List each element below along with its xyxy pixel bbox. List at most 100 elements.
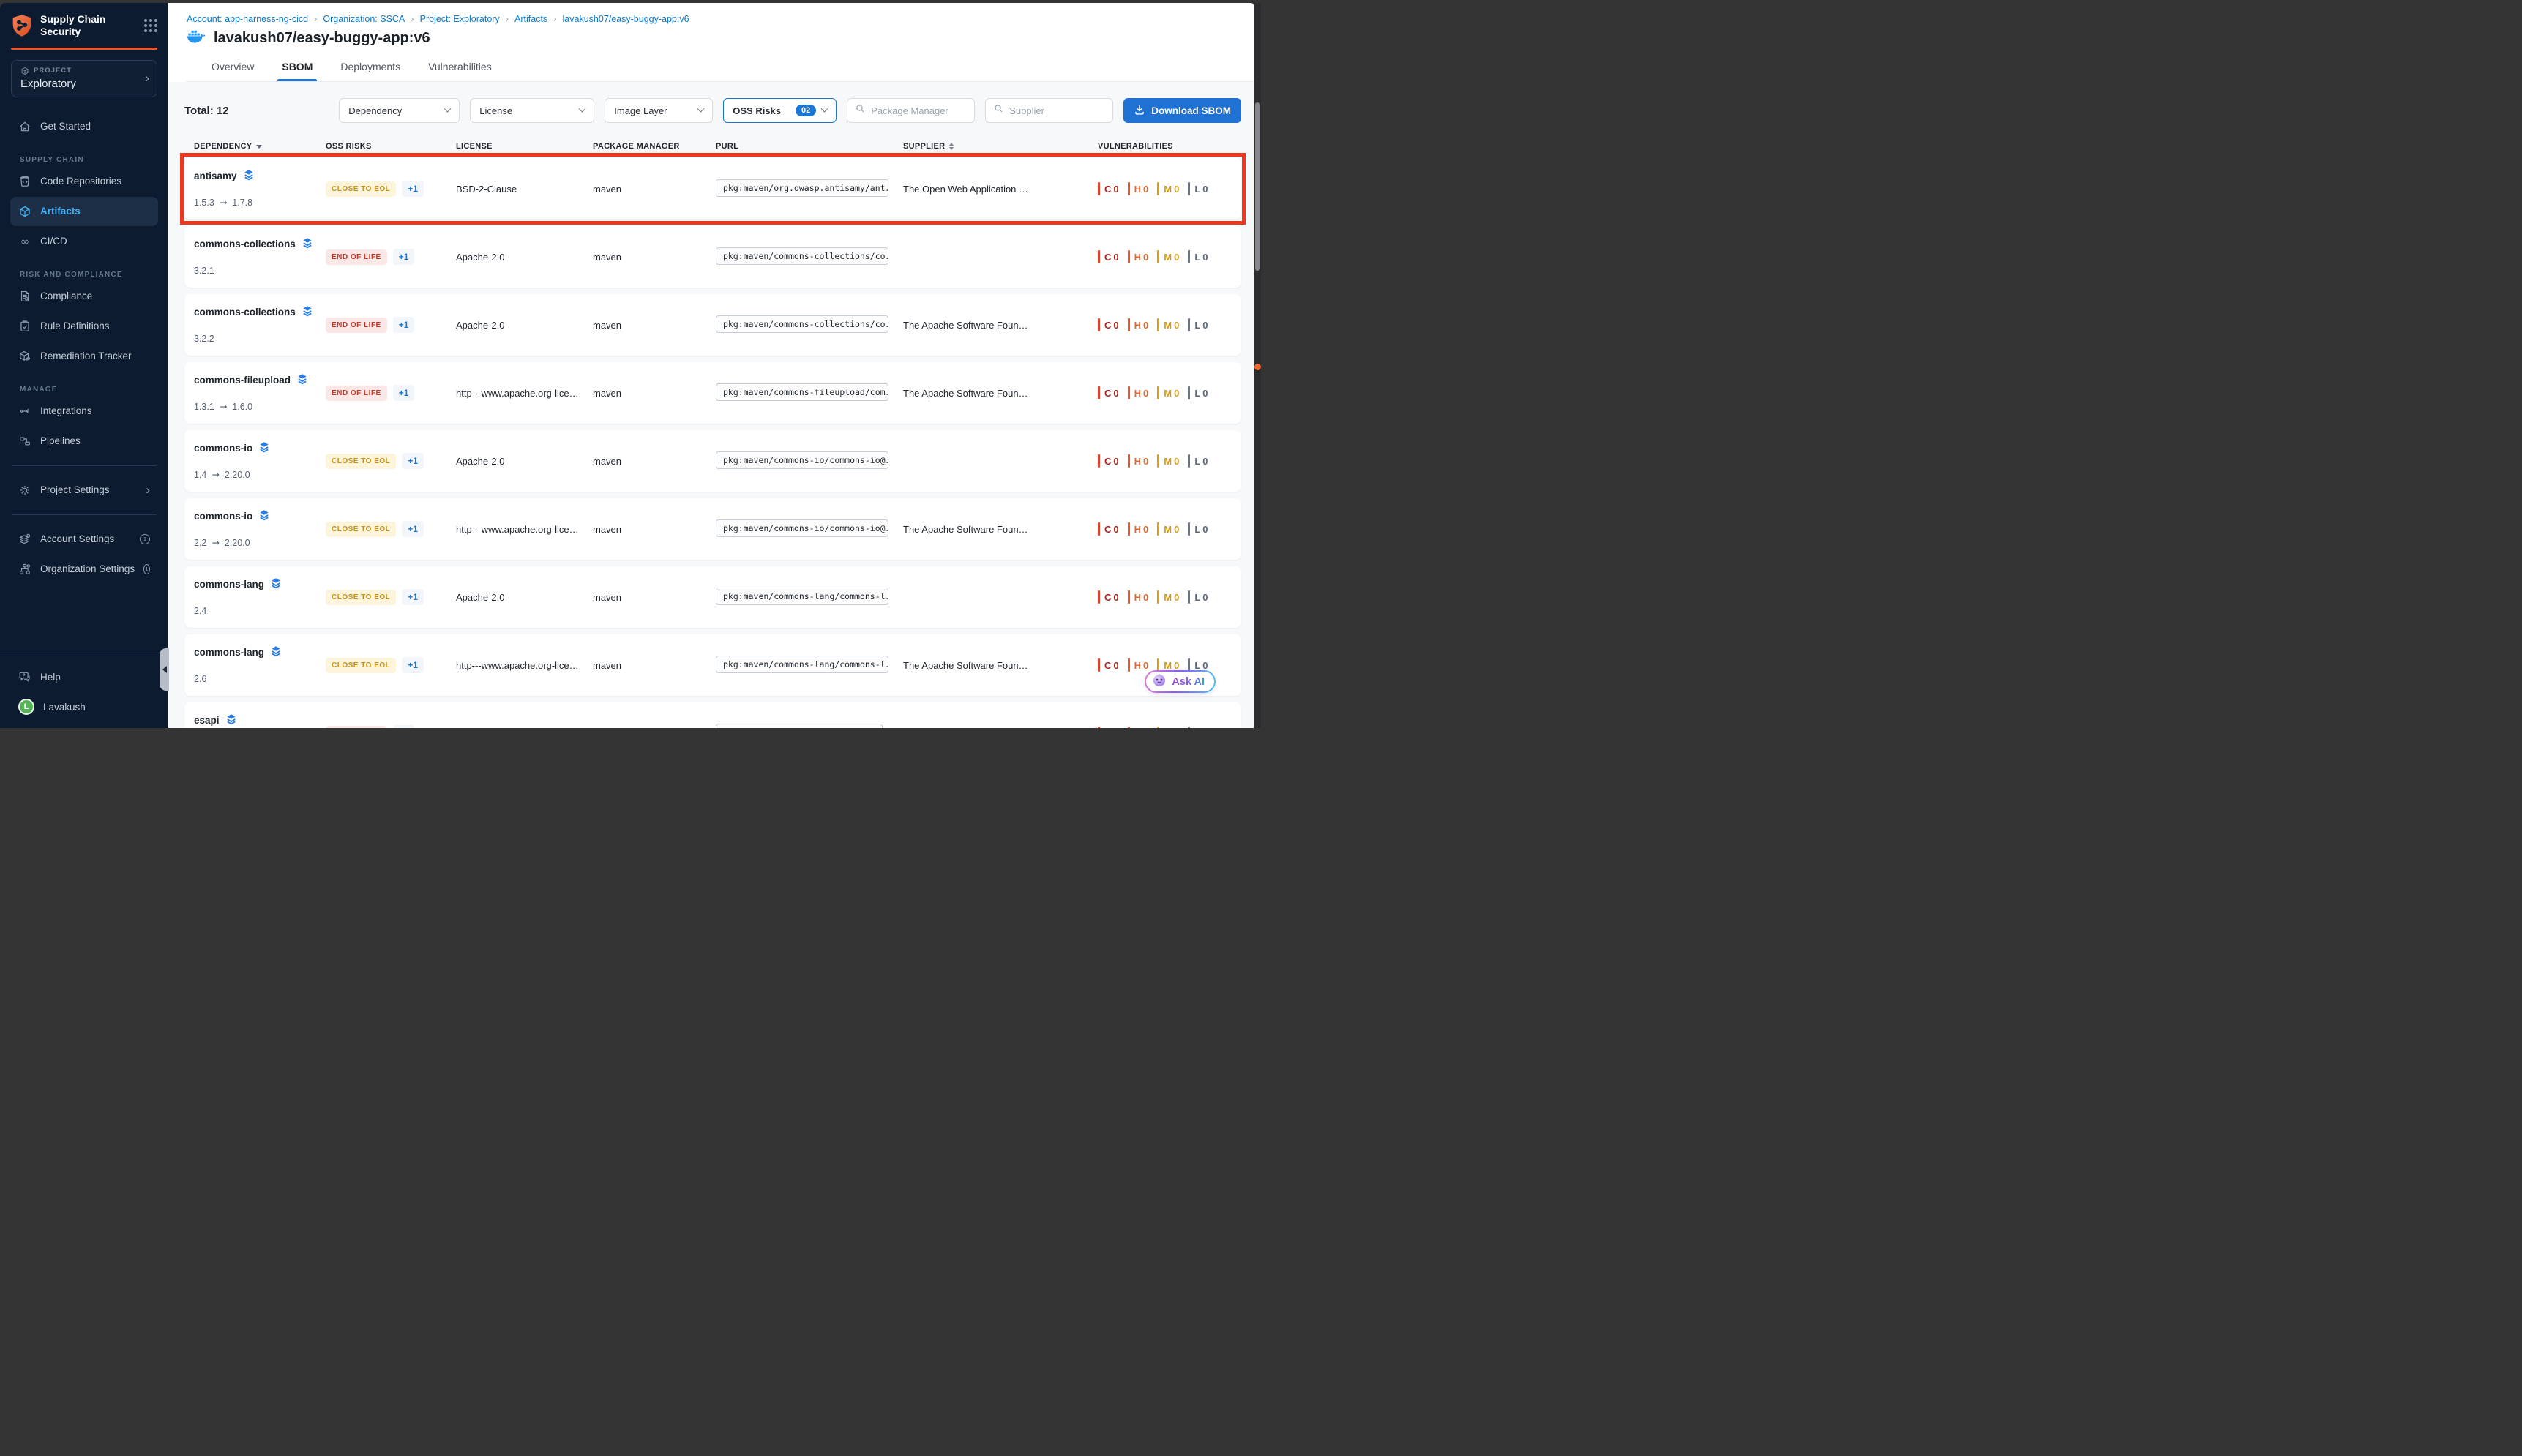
module-grid-icon[interactable]	[144, 19, 157, 32]
tab-overview[interactable]: Overview	[210, 56, 255, 81]
more-risks-badge[interactable]: +1	[402, 181, 424, 197]
tab-bar: Overview SBOM Deployments Vulnerabilitie…	[187, 56, 1254, 82]
sidebar-item-label: Help	[40, 672, 150, 683]
vuln-count-critical: C0	[1098, 386, 1119, 399]
high-severity-bar	[1128, 182, 1130, 195]
image-layer-filter-select[interactable]: Image Layer	[605, 98, 713, 123]
sidebar-item-rule-definitions[interactable]: Rule Definitions	[10, 312, 158, 341]
vulnerabilities-cell: C0H0M0L0	[1098, 522, 1241, 536]
ask-ai-button[interactable]: Ask AI	[1145, 670, 1216, 693]
layers-icon[interactable]	[258, 509, 270, 523]
project-selector[interactable]: PROJECT Exploratory ›	[11, 60, 157, 97]
layers-icon[interactable]	[225, 713, 237, 727]
sidebar-item-compliance[interactable]: Compliance	[10, 282, 158, 311]
sidebar-item-organization-settings[interactable]: Organization Settings i	[10, 555, 158, 584]
breadcrumb-project[interactable]: Project: Exploratory	[420, 14, 500, 24]
supplier-cell: The Open Web Application …	[903, 728, 1098, 729]
vuln-count-high: H0	[1128, 454, 1149, 468]
more-risks-badge[interactable]: +1	[393, 249, 415, 265]
layers-icon[interactable]	[302, 305, 313, 319]
tab-vulnerabilities[interactable]: Vulnerabilities	[427, 56, 493, 81]
package-manager-cell: maven	[593, 456, 716, 467]
dependency-version: 3.2.1→	[194, 266, 318, 276]
sidebar-item-integrations[interactable]: Integrations	[10, 397, 158, 426]
code-repository-icon	[18, 175, 31, 188]
dependency-cell: commons-lang 2.4→	[194, 566, 326, 628]
dependency-cell: commons-fileupload 1.3.1→1.6.0	[194, 362, 326, 424]
purl-chip[interactable]: pkg:maven/commons-io/commons-io@…	[716, 451, 888, 469]
oss-risks-filter-select[interactable]: OSS Risks 02	[723, 98, 837, 123]
more-risks-badge[interactable]: +1	[402, 657, 424, 673]
purl-chip[interactable]: pkg:maven/commons-lang/commons-l…	[716, 656, 888, 673]
sidebar-item-account-settings[interactable]: Account Settings i	[10, 525, 158, 554]
package-manager-input[interactable]	[871, 105, 966, 116]
purl-chip[interactable]: pkg:maven/commons-lang/commons-l…	[716, 588, 888, 605]
table-row[interactable]: commons-fileupload 1.3.1→1.6.0 END OF LI…	[184, 362, 1241, 424]
table-row[interactable]: commons-io 2.2→2.20.0 CLOSE TO EOL +1 ht	[184, 498, 1241, 560]
low-severity-bar	[1188, 522, 1190, 536]
sidebar-item-label: Integrations	[40, 405, 150, 416]
layers-icon[interactable]	[270, 645, 282, 659]
tab-sbom[interactable]: SBOM	[280, 56, 314, 81]
layers-icon[interactable]	[302, 237, 313, 251]
sidebar-item-pipelines[interactable]: Pipelines	[10, 427, 158, 456]
sidebar-item-label: Pipelines	[40, 435, 150, 446]
sidebar-item-code-repositories[interactable]: Code Repositories	[10, 167, 158, 196]
risk-badge: END OF LIFE	[326, 318, 387, 333]
purl-chip[interactable]: pkg:maven/commons-collections/co…	[716, 315, 888, 333]
sidebar-item-get-started[interactable]: Get Started	[10, 112, 158, 141]
purl-chip[interactable]: pkg:maven/org.owasp.esapi/esa…	[716, 724, 883, 729]
sidebar-collapse-handle[interactable]	[160, 648, 169, 691]
critical-severity-bar	[1098, 454, 1100, 468]
breadcrumb-account[interactable]: Account: app-harness-ng-cicd	[187, 14, 308, 24]
more-risks-badge[interactable]: +1	[393, 317, 415, 333]
scrollbar-thumb[interactable]	[1255, 102, 1260, 271]
purl-chip[interactable]: pkg:maven/commons-io/commons-io@…	[716, 519, 888, 537]
purl-chip[interactable]: pkg:maven/commons-collections/co…	[716, 247, 888, 265]
breadcrumb-organization[interactable]: Organization: SSCA	[323, 14, 405, 24]
layers-icon[interactable]	[270, 577, 282, 591]
dependency-filter-select[interactable]: Dependency	[339, 98, 460, 123]
table-row[interactable]: commons-lang 2.4→ CLOSE TO EOL +1 Apache	[184, 566, 1241, 628]
low-severity-bar	[1188, 727, 1190, 728]
more-risks-badge[interactable]: +1	[402, 589, 424, 605]
sidebar-item-cicd[interactable]: ∞ CI/CD	[10, 227, 158, 256]
chevron-separator: ›	[506, 13, 509, 24]
sidebar-item-help[interactable]: Help	[10, 662, 158, 691]
layers-icon[interactable]	[258, 441, 270, 455]
dependency-version: 2.6→	[194, 674, 318, 684]
table-row[interactable]: commons-lang 2.6→ CLOSE TO EOL +1 http--	[184, 634, 1241, 696]
sidebar-user[interactable]: L Lavakush	[10, 692, 158, 721]
layers-icon[interactable]	[243, 169, 255, 183]
breadcrumb-artifacts[interactable]: Artifacts	[514, 14, 547, 24]
table-row[interactable]: commons-collections 3.2.1→ END OF LIFE +…	[184, 226, 1241, 288]
sidebar-item-project-settings[interactable]: Project Settings ›	[10, 476, 158, 505]
column-supplier[interactable]: SUPPLIER	[903, 142, 1098, 151]
sidebar-item-remediation-tracker[interactable]: Remediation Tracker	[10, 342, 158, 371]
purl-chip[interactable]: pkg:maven/commons-fileupload/com…	[716, 383, 888, 401]
column-dependency[interactable]: DEPENDENCY	[194, 142, 326, 151]
more-risks-badge[interactable]: +1	[402, 521, 424, 537]
breadcrumb: Account: app-harness-ng-cicd › Organizat…	[187, 13, 1254, 24]
table-row[interactable]: commons-io 1.4→2.20.0 CLOSE TO EOL +1 Ap	[184, 430, 1241, 492]
supplier-input[interactable]	[1009, 105, 1104, 116]
more-risks-badge[interactable]: +1	[393, 725, 415, 728]
purl-chip[interactable]: pkg:maven/org.owasp.antisamy/ant…	[716, 179, 888, 197]
page-header: Account: app-harness-ng-cicd › Organizat…	[168, 3, 1254, 82]
table-row[interactable]: esapi → END OF LIFE +1 BSD-Creative Comm	[184, 702, 1241, 728]
chevron-right-icon: ›	[145, 72, 149, 84]
vuln-count-high: H0	[1128, 658, 1149, 672]
critical-severity-bar	[1098, 658, 1100, 672]
layers-icon[interactable]	[296, 373, 308, 387]
sidebar-item-artifacts[interactable]: Artifacts	[10, 197, 158, 226]
risk-badge: CLOSE TO EOL	[326, 181, 396, 197]
more-risks-badge[interactable]: +1	[393, 385, 415, 401]
table-row[interactable]: antisamy 1.5.3→1.7.8 CLOSE TO EOL +1 BSD	[184, 158, 1241, 219]
table-row[interactable]: commons-collections 3.2.2→ END OF LIFE +…	[184, 294, 1241, 356]
tab-deployments[interactable]: Deployments	[339, 56, 402, 81]
download-sbom-button[interactable]: Download SBOM	[1123, 98, 1241, 123]
license-filter-select[interactable]: License	[470, 98, 594, 123]
breadcrumb-artifact-name[interactable]: lavakush07/easy-buggy-app:v6	[563, 14, 689, 24]
more-risks-badge[interactable]: +1	[402, 453, 424, 469]
critical-severity-bar	[1098, 522, 1100, 536]
